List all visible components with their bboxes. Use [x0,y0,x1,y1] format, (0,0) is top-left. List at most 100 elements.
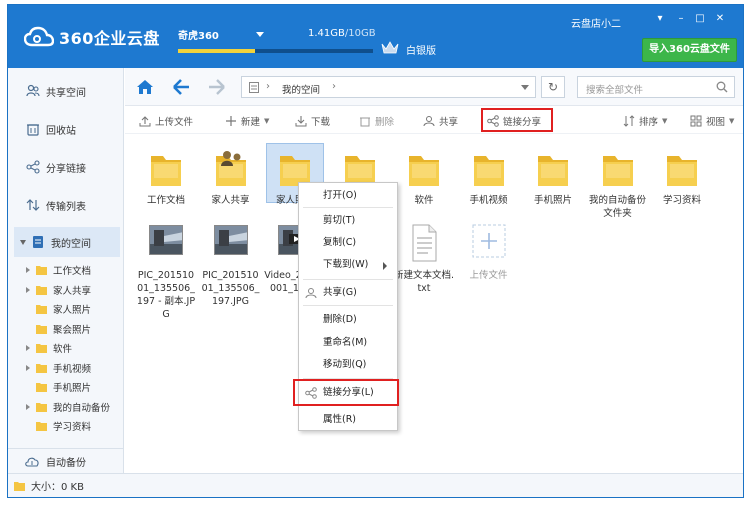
minimize-icon[interactable]: – [674,13,688,25]
context-menu-item[interactable]: 删除(D) [299,309,397,331]
file-item[interactable]: 家人共享 [200,148,262,218]
status-bar: 大小：0 KB [8,473,743,497]
expand-caret-icon[interactable] [26,345,30,351]
tree-item[interactable]: 手机视频 [8,359,124,377]
file-item[interactable]: 手机视频 [458,148,520,218]
file-item[interactable]: 手机照片 [522,148,584,218]
view-button[interactable]: 视图 ▼ [690,113,734,129]
expand-caret-icon[interactable] [20,239,26,245]
file-item[interactable]: PIC_20151001_135506_197.JPG [200,223,262,307]
import-360-button[interactable]: 导入360云盘文件 [642,38,737,62]
expand-caret-icon[interactable] [26,403,30,410]
context-menu-item[interactable]: 剪切(T) [299,210,397,232]
upload-plus-icon[interactable] [471,223,507,263]
close-icon[interactable]: ✕ [713,13,727,25]
file-item[interactable]: 新建文本文档.txt [393,223,455,294]
folder-icon [36,402,47,412]
share-button[interactable]: 共享 [423,113,458,129]
sidebar-item-share-links[interactable]: 分享链接 [8,152,124,182]
path-breadcrumb[interactable]: › 我的空间 › [241,76,536,98]
sidebar-item-shared-space[interactable]: 共享空间 [8,76,124,106]
download-button[interactable]: 下载 [295,113,330,129]
tree-item[interactable]: 聚会照片 [8,320,124,338]
context-menu-item[interactable]: 复制(C) [299,232,397,254]
tree-item-label: 学习资料 [53,422,92,433]
tree-item[interactable]: 学习资料 [8,417,124,435]
refresh-button[interactable]: ↻ [541,76,565,98]
file-item[interactable]: 我的自动备份文件夹 [587,148,649,219]
folder-icon [602,156,633,186]
expand-caret-icon[interactable] [26,267,30,273]
file-item[interactable]: 上传文件 [458,223,520,293]
maximize-icon[interactable]: □ [693,13,707,25]
sidebar-item-recycle-bin[interactable]: 回收站 [8,114,124,144]
file-name: 上传文件 [469,270,508,281]
sidebar-item-label: 我的空间 [51,238,91,250]
home-icon[interactable] [135,77,155,97]
quota-bar [178,49,373,53]
account-dropdown-icon[interactable] [256,32,264,37]
folder-icon [473,156,504,186]
file-name: 家人共享 [211,195,250,206]
tree-item[interactable]: 家人照片 [8,300,124,318]
context-menu-item[interactable]: 重命名(M) [299,332,397,354]
file-item[interactable]: 工作文档 [135,148,197,218]
delete-button[interactable]: 删除 [359,113,394,129]
file-item[interactable]: 学习资料 [651,148,713,218]
back-arrow-icon[interactable] [171,77,191,97]
username[interactable]: 云盘店小二 [571,15,621,30]
tree-item[interactable]: 工作文档 [8,261,124,279]
sidebar-item-my-space[interactable]: 我的空间 [14,227,120,257]
tree-item[interactable]: 家人共享 [8,281,124,299]
folder-icon [667,156,697,186]
sort-button[interactable]: 排序 ▼ [623,113,667,129]
chevron-right-icon: › [332,81,336,92]
sort-icon [623,115,635,127]
account-name[interactable]: 奇虎360 [178,27,219,42]
tree-item-label: 工作文档 [53,266,92,277]
image-thumbnail [213,225,248,255]
link-share-menu-highlight [293,379,399,406]
search-input[interactable]: 搜索全部文件 [577,76,735,98]
forward-arrow-icon[interactable] [207,77,227,97]
user-icon [305,288,317,299]
expand-caret-icon[interactable] [26,364,30,371]
auto-backup-button[interactable]: 自动备份 [8,448,124,473]
folder-icon [538,156,568,186]
sidebar-item-transfers[interactable]: 传输列表 [8,190,124,220]
app-window: 360企业云盘 奇虎360 1.41GB/10GB 白银版 云盘店小二 ▾ – … [7,4,744,498]
quota-text: 1.41GB/10GB [308,28,376,39]
breadcrumb-current[interactable]: 我的空间 [282,82,320,96]
vip-label: 白银版 [406,46,436,57]
file-name: 我的自动备份文件夹 [588,195,646,219]
tree-item[interactable]: 手机照片 [8,378,124,396]
search-placeholder: 搜索全部文件 [586,85,644,96]
context-menu-item[interactable]: 共享(G) [299,282,397,304]
search-icon[interactable] [716,81,728,93]
context-menu-item[interactable]: 属性(R) [299,409,397,431]
context-menu-label: 复制(C) [323,237,357,248]
context-menu-label: 剪切(T) [323,215,356,226]
context-menu-item[interactable]: 移动到(Q) [299,354,397,376]
file-name: 手机照片 [533,195,572,206]
menu-separator [303,279,393,280]
tree-item[interactable]: 我的自动备份 [8,398,124,416]
folder-icon [36,305,47,314]
file-name: 工作文档 [146,195,185,206]
file-item[interactable]: 软件 [393,148,455,218]
file-item[interactable]: PIC_20151001_135506_197 - 副本.JPG [135,223,197,320]
context-menu-item[interactable]: 打开(O) [299,185,397,207]
upload-button[interactable]: 上传文件 [139,113,193,129]
path-dropdown-icon[interactable] [521,85,529,90]
toolbar: 上传文件 新建 ▼ 下载 删除 共享 链接分享 排序 ▼ 视图 ▼ [125,106,743,134]
menu-dropdown-icon[interactable]: ▾ [653,13,667,25]
tree-item[interactable]: 软件 [8,339,124,357]
folder-icon [36,324,47,334]
tree-item-label: 软件 [53,344,73,355]
expand-caret-icon[interactable] [26,286,30,293]
file-name: PIC_20151001_135506_197 - 副本.JPG [136,270,196,320]
new-button[interactable]: 新建 ▼ [225,113,269,129]
new-label: 新建 [241,117,261,128]
upload-icon [139,116,151,127]
context-menu-item[interactable]: 下载到(W) [299,254,397,276]
